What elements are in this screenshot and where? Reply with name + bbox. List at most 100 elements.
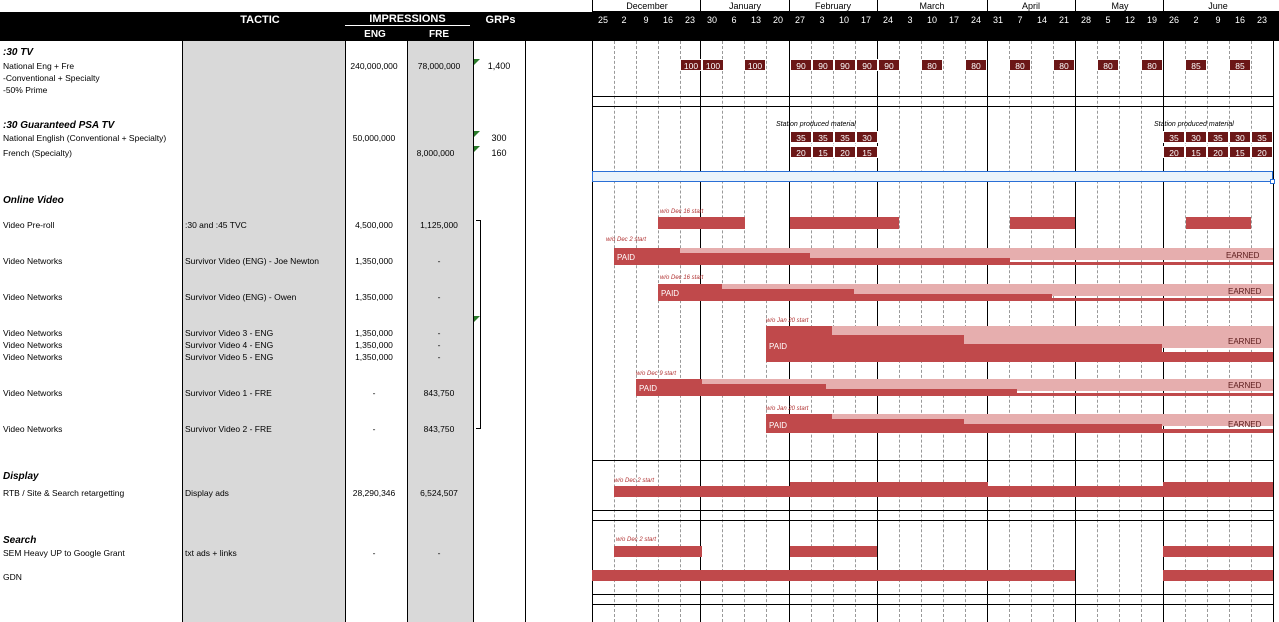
earned-label: EARNED [1228,381,1262,390]
earned-label: EARNED [1228,287,1262,296]
paid-label: PAID [639,384,658,393]
week-label: 16 [662,15,673,25]
week-label: 17 [860,15,871,25]
earned-label: EARNED [1228,420,1262,429]
month-may: May [1111,1,1129,11]
week-label: 2 [1193,15,1199,25]
note-preroll: w/o Dec 16 start [660,209,704,215]
bracket [476,220,481,429]
video-fre: 843,750 [423,388,455,398]
grid-line [636,41,637,622]
video-eng: 1,350,000 [355,352,393,362]
tv-flight-box: 100 [680,59,702,71]
psa-flight-box: 20 [1207,146,1229,158]
psa-title: :30 Guaranteed PSA TV [3,120,115,131]
video-fre: - [437,328,441,338]
video-eng: 1,350,000 [355,256,393,266]
month-february: February [814,1,851,11]
display-bar [988,486,1163,497]
month-march: March [919,1,945,11]
video-detail: Survivor Video 5 - ENG [185,352,274,362]
tv-line1: National Eng + Fre [3,61,75,71]
video-detail: Survivor Video 4 - ENG [185,340,274,350]
week-label: 25 [597,15,608,25]
week-label: 10 [926,15,937,25]
grid-line [1273,41,1274,622]
note-joe: w/o Dec 2 start [606,237,647,243]
week-label: 30 [706,15,717,25]
month-january: January [728,1,762,11]
month-april: April [1021,1,1040,11]
display-detail: Display ads [185,488,229,498]
paid-bar [1010,262,1273,265]
video-fre: - [437,352,441,362]
selected-cell-range[interactable] [592,171,1273,182]
psa-flight-box: 30 [856,131,878,143]
week-label: 23 [684,15,695,25]
video-detail: Survivor Video (ENG) - Joe Newton [185,256,320,266]
week-label: 3 [907,15,913,25]
fill-handle[interactable] [1270,179,1275,184]
paid-bar [722,289,854,301]
search-title: Search [3,535,37,546]
impressions-header: IMPRESSIONS [345,13,470,26]
grid-line [658,41,659,622]
psa-line2: French (Specialty) [3,148,72,158]
preroll-bar [1186,217,1251,229]
week-label: 23 [1256,15,1267,25]
tv-flight-box: 80 [1141,59,1163,71]
week-label: 14 [1036,15,1047,25]
grid-line [700,41,701,622]
video-fre: 1,125,000 [420,220,458,230]
week-label: 12 [1124,15,1135,25]
psa-flight-box: 30 [1185,131,1207,143]
psa-eng: 50,000,000 [352,133,396,143]
note-v2fre: w/o Jan 20 start [766,406,809,412]
week-label: 28 [1080,15,1091,25]
week-label: 19 [1146,15,1157,25]
psa-flight-box: 15 [812,146,834,158]
tv-line3: -50% Prime [3,85,48,95]
paid-bar [826,389,1017,396]
note-v345: w/o Jan 20 start [766,318,809,324]
week-label: 10 [838,15,849,25]
tv-flight-box: 90 [812,59,834,71]
tv-line2: -Conventional + Specialty [3,73,100,83]
week-label: 5 [1105,15,1111,25]
psa-flight-box: 20 [1251,146,1273,158]
grid-line [722,41,723,622]
paid-bar [810,258,1010,265]
video-title: Online Video [3,195,64,206]
paid-bar [702,384,826,396]
search-detail1: txt ads + links [185,548,237,558]
video-tactic: Video Networks [3,340,63,350]
paid-bar [832,419,964,433]
psa-grps-eng: 300 [491,133,507,143]
video-fre: - [437,256,441,266]
tv-flight-box: 80 [921,59,943,71]
paid-label: PAID [617,253,636,262]
paid-bar [1052,298,1273,301]
week-label: 2 [621,15,627,25]
gdn-bar [1163,570,1273,581]
psa-flight-box: 35 [1163,131,1185,143]
week-label: 17 [948,15,959,25]
paid-bar [854,294,1052,301]
tv-fre: 78,000,000 [417,61,461,71]
video-detail: Survivor Video (ENG) - Owen [185,292,297,302]
tv-flight-box: 90 [834,59,856,71]
note-search: w/o Dec 2 start [616,537,657,543]
grps-header: GRPs [485,14,516,26]
tv-flight-box: 80 [965,59,987,71]
comment-flag [474,316,480,322]
video-tactic: Video Networks [3,388,63,398]
week-label: 9 [643,15,649,25]
psa-flight-box: 35 [1251,131,1273,143]
video-tactic: Video Networks [3,352,63,362]
video-fre: - [437,340,441,350]
note-owen: w/o Dec 16 start [660,275,704,281]
preroll-bar [1010,217,1075,229]
display-eng: 28,290,346 [352,488,396,498]
video-tactic: Video Networks [3,256,63,266]
video-eng: 1,350,000 [355,340,393,350]
